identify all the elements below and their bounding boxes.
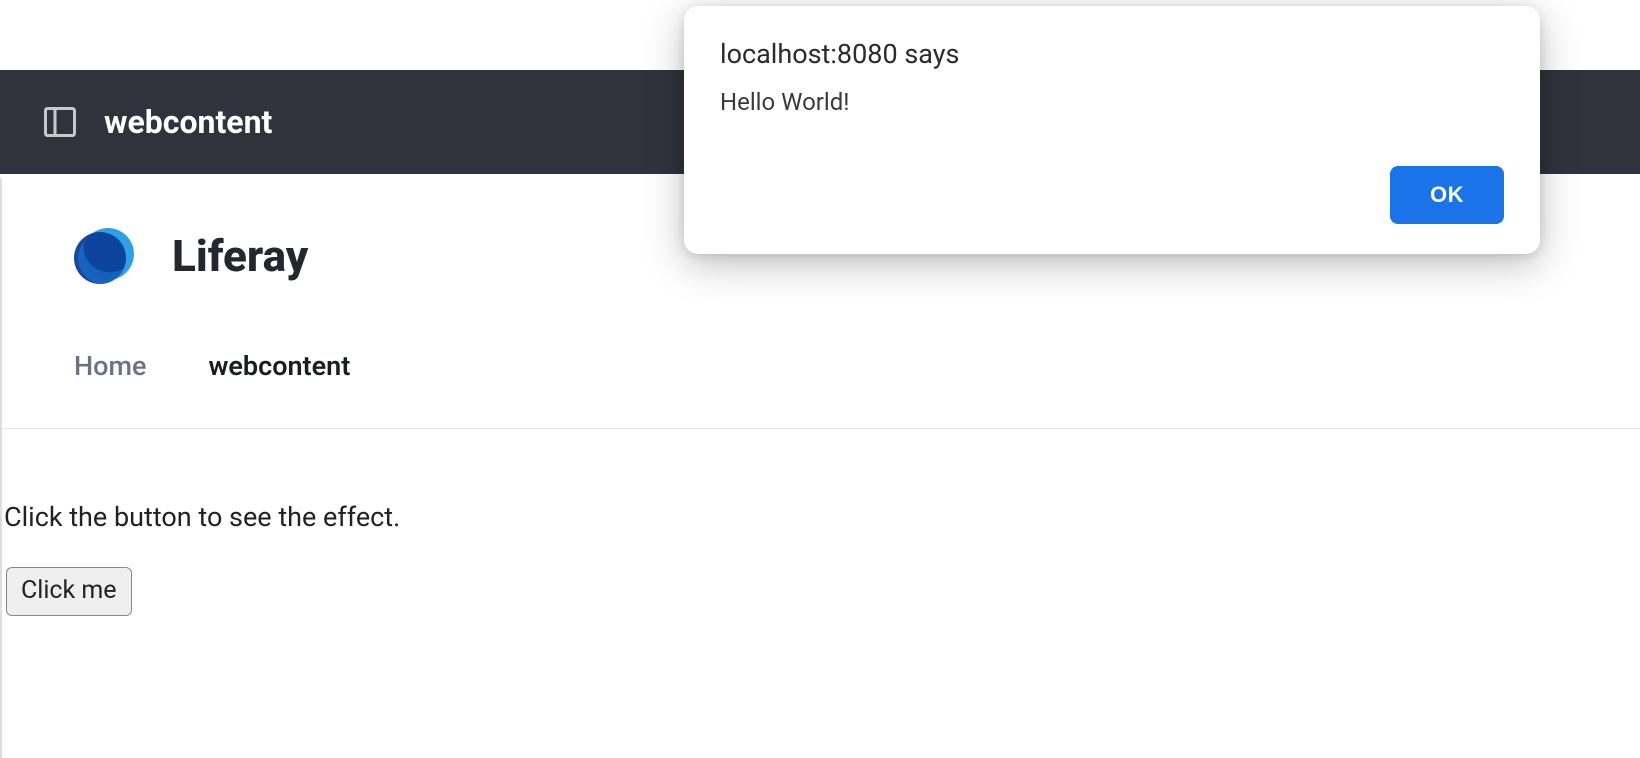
panel-icon[interactable] <box>44 107 76 137</box>
nav-link-current: webcontent <box>208 350 350 382</box>
brand-name: Liferay <box>172 230 308 282</box>
nav-link-home[interactable]: Home <box>74 350 146 382</box>
instruction-text: Click the button to see the effect. <box>0 429 1640 533</box>
ok-button[interactable]: OK <box>1390 166 1504 224</box>
left-border <box>0 178 2 758</box>
click-me-button[interactable]: Click me <box>6 567 132 616</box>
alert-message: Hello World! <box>720 88 1504 166</box>
alert-buttons: OK <box>720 166 1504 224</box>
alert-title: localhost:8080 says <box>720 38 1504 70</box>
alert-dialog: localhost:8080 says Hello World! OK <box>684 6 1540 254</box>
liferay-logo-icon[interactable] <box>72 224 136 288</box>
page-title: webcontent <box>104 103 272 141</box>
nav-row: Home webcontent <box>0 288 1640 382</box>
